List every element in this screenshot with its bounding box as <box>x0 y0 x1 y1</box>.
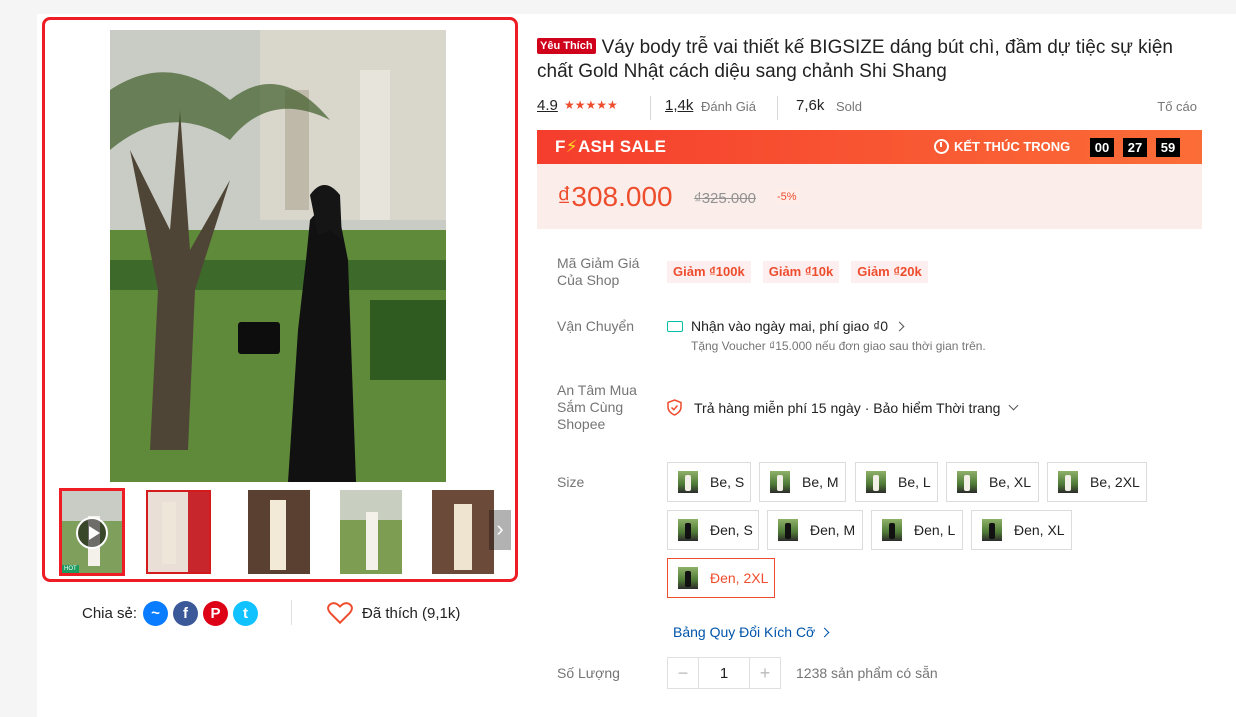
size-option[interactable]: Be, XL <box>946 462 1039 502</box>
shipping-info[interactable]: Nhận vào ngày mai, phí giao ₫0 Tặng Vouc… <box>667 318 986 353</box>
sold-label: Sold <box>836 99 863 114</box>
decrease-button[interactable]: − <box>667 657 699 689</box>
twitter-icon[interactable]: t <box>233 600 259 626</box>
price-box: ₫308.000 ₫325.000 -5% <box>537 164 1202 229</box>
sold-count: 7,6k <box>796 97 825 114</box>
product-title: Yêu Thích Váy body trễ vai thiết kế BIGSI… <box>537 36 1197 84</box>
shipping-label: Vận Chuyển <box>557 318 635 334</box>
variant-swatch <box>678 567 698 589</box>
original-price: ₫325.000 <box>694 190 756 207</box>
like-button[interactable]: Đã thích (9,1k) <box>327 601 460 625</box>
product-title-text: Váy body trễ vai thiết kế BIGSIZE dáng b… <box>537 37 1174 82</box>
main-product-image[interactable] <box>110 30 446 482</box>
variant-swatch <box>778 519 798 541</box>
pinterest-icon[interactable]: P <box>203 600 229 626</box>
quantity-label: Số Lượng <box>557 665 620 681</box>
stock-text: 1238 sản phẩm có sẵn <box>796 665 938 681</box>
play-icon[interactable] <box>76 517 108 549</box>
thumbnail-video[interactable]: HOT <box>59 488 125 576</box>
rating-value[interactable]: 4.9 <box>537 97 558 114</box>
guarantee-info[interactable]: Trả hàng miễn phí 15 ngày · Bảo hiểm Thờ… <box>667 399 1019 416</box>
thumbnail-strip: HOT › <box>53 488 511 576</box>
thumbnail-5[interactable] <box>432 490 497 574</box>
variant-swatch <box>678 471 698 493</box>
reviews-count[interactable]: 1,4k <box>665 97 693 114</box>
image-gallery: HOT › <box>42 17 518 582</box>
size-label: Size <box>557 474 585 490</box>
report-link[interactable]: Tố cáo <box>1157 99 1197 114</box>
size-option[interactable]: Đen, S <box>667 510 759 550</box>
guarantee-text: Trả hàng miễn phí 15 ngày · Bảo hiểm Thờ… <box>694 399 1001 416</box>
rating-row: 4.9 ★★★★★ 1,4k Đánh Giá 7,6k Sold Tố cáo <box>537 96 1197 120</box>
chevron-down-icon <box>1009 400 1019 410</box>
chevron-right-icon[interactable]: › <box>489 510 511 550</box>
voucher-chip[interactable]: Giảm ₫20k <box>851 261 928 283</box>
countdown-minutes: 27 <box>1123 138 1147 157</box>
quantity-stepper: − 1 + <box>667 657 781 689</box>
increase-button[interactable]: + <box>749 657 781 689</box>
clock-icon <box>934 139 949 154</box>
discount-badge: -5% <box>774 189 800 205</box>
size-option[interactable]: Đen, XL <box>971 510 1072 550</box>
facebook-icon[interactable]: f <box>173 600 199 626</box>
variant-swatch <box>866 471 886 493</box>
size-option[interactable]: Be, L <box>855 462 938 502</box>
voucher-list: Giảm ₫100k Giảm ₫10k Giảm ₫20k <box>667 261 940 283</box>
flash-sale-title: F⚡ASH SALE <box>555 137 667 156</box>
shipping-main: Nhận vào ngày mai, phí giao ₫0 <box>691 318 889 334</box>
voucher-chip[interactable]: Giảm ₫10k <box>762 261 840 283</box>
thumbnail-tag: HOT <box>62 565 79 573</box>
size-option[interactable]: Be, S <box>667 462 751 502</box>
thumbnail-3[interactable] <box>248 490 313 574</box>
messenger-icon[interactable]: ~ <box>143 600 169 626</box>
bolt-icon: ⚡ <box>565 137 578 156</box>
size-option[interactable]: Đen, L <box>871 510 963 550</box>
variant-swatch <box>1058 471 1078 493</box>
reviews-label: Đánh Giá <box>701 99 756 114</box>
quantity-input[interactable]: 1 <box>699 657 749 689</box>
shipping-sub: Tặng Voucher ₫15.000 nếu đơn giao sau th… <box>691 339 986 353</box>
variant-swatch <box>957 471 977 493</box>
favorite-badge: Yêu Thích <box>537 38 596 54</box>
star-icons: ★★★★★ <box>564 98 618 112</box>
thumbnail-2[interactable] <box>146 490 211 574</box>
voucher-label: Mã Giảm Giá Của Shop <box>557 255 640 288</box>
flash-sale-banner: F⚡ASH SALE KẾT THÚC TRONG 00 27 59 <box>537 130 1202 164</box>
variant-swatch <box>882 519 902 541</box>
share-divider <box>291 600 292 625</box>
countdown-hours: 00 <box>1090 138 1114 157</box>
countdown-label: KẾT THÚC TRONG <box>934 139 1070 154</box>
heart-icon <box>327 602 353 625</box>
share-bar: Chia sẻ: ~ f P t <box>82 600 263 626</box>
voucher-chip[interactable]: Giảm ₫100k <box>667 261 751 283</box>
shield-icon <box>667 399 682 416</box>
truck-icon <box>667 320 683 332</box>
like-label: Đã thích (9,1k) <box>362 604 461 622</box>
variant-swatch <box>982 519 1002 541</box>
chevron-right-icon <box>819 627 830 637</box>
countdown-seconds: 59 <box>1156 138 1180 157</box>
size-option-selected[interactable]: Đen, 2XL <box>667 558 775 598</box>
share-label: Chia sẻ: <box>82 604 138 622</box>
divider <box>650 96 651 120</box>
size-option[interactable]: Đen, M <box>767 510 863 550</box>
variant-swatch <box>678 519 698 541</box>
size-option[interactable]: Be, 2XL <box>1047 462 1147 502</box>
divider <box>777 96 778 120</box>
size-option[interactable]: Be, M <box>759 462 846 502</box>
current-price: ₫308.000 <box>557 181 673 212</box>
guarantee-label: An Tâm Mua Sắm Cùng Shopee <box>557 382 637 432</box>
variant-swatch <box>770 471 790 493</box>
chevron-right-icon <box>894 321 905 331</box>
thumbnail-4[interactable] <box>340 490 405 574</box>
size-chart-link[interactable]: Bảng Quy Đổi Kích Cỡ <box>673 624 830 640</box>
